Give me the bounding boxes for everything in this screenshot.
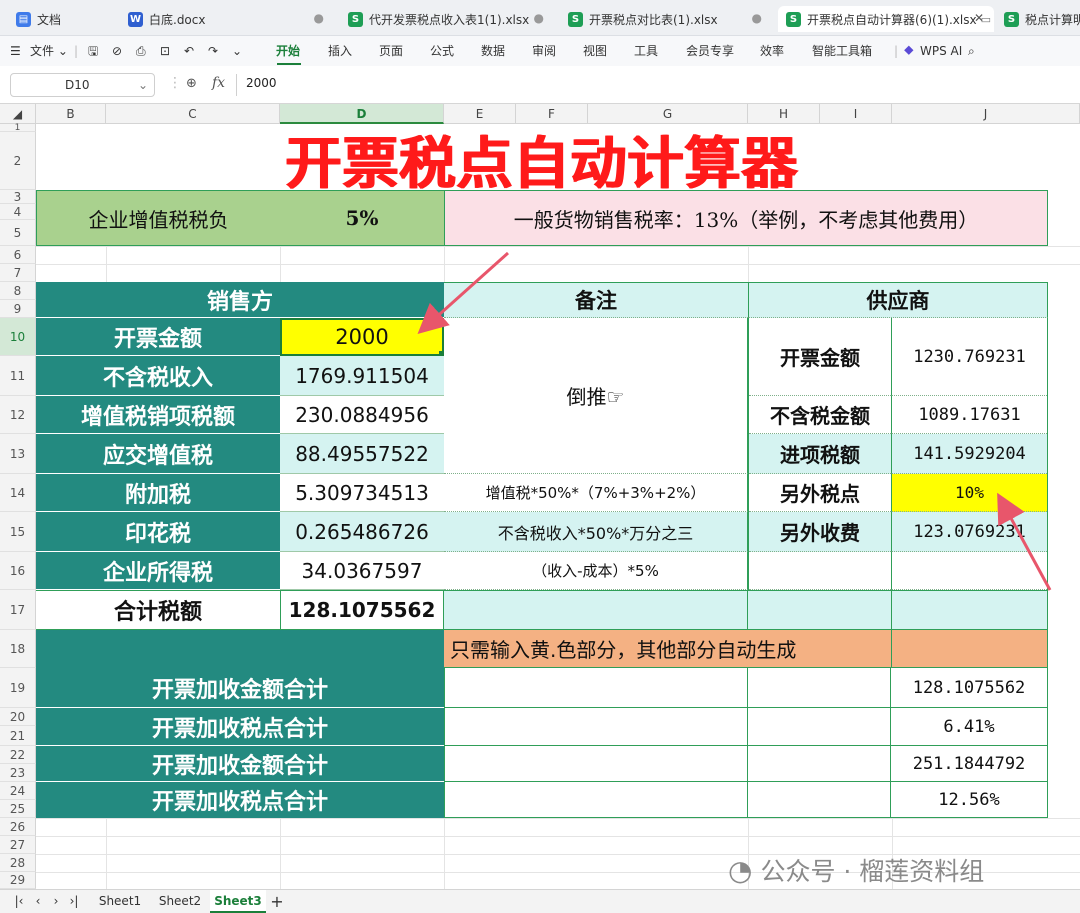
- arrow-to-invoice-amount: [417, 251, 510, 335]
- prev-sheet-icon[interactable]: ‹: [32, 890, 44, 913]
- next-sheet-icon[interactable]: ›: [50, 890, 62, 913]
- annotation-arrows: [417, 251, 1052, 591]
- wechat-icon: ◔: [728, 853, 753, 887]
- watermark: ◔ 公众号 · 榴莲资料组: [728, 853, 985, 887]
- last-sheet-icon[interactable]: ›|: [66, 890, 82, 913]
- sheet-tab-bar: |‹ ‹ › ›| Sheet1 Sheet2 Sheet3 +: [0, 889, 1080, 913]
- arrow-to-extra-tax-rate: [997, 492, 1052, 591]
- add-sheet-icon[interactable]: +: [268, 890, 286, 913]
- sheet-tab-sheet1[interactable]: Sheet1: [92, 890, 148, 913]
- sheet-tab-sheet3[interactable]: Sheet3: [210, 890, 266, 913]
- sheet-tab-sheet2[interactable]: Sheet2: [152, 890, 208, 913]
- first-sheet-icon[interactable]: |‹: [12, 890, 26, 913]
